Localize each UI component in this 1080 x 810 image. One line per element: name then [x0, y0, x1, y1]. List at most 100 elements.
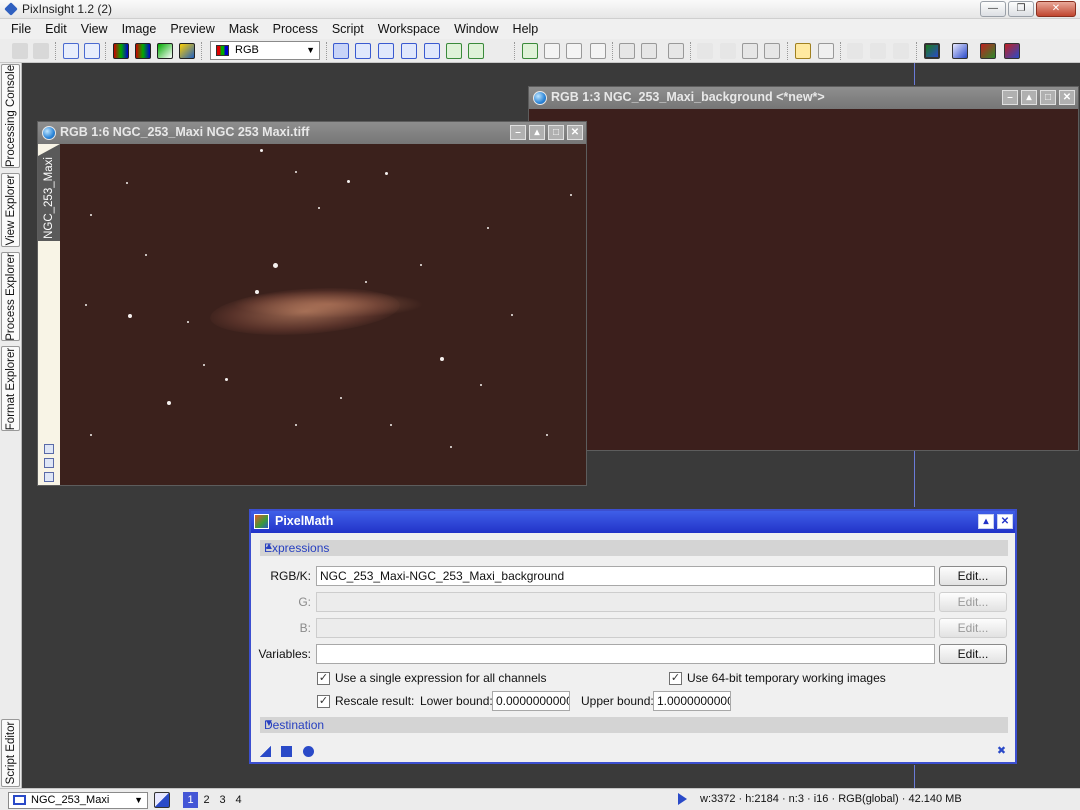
shade-button[interactable]: ▴ — [529, 125, 545, 140]
image-canvas[interactable] — [60, 144, 586, 485]
image-window-ngc253[interactable]: RGB 1:6 NGC_253_Maxi NGC 253 Maxi.tiff –… — [37, 121, 587, 486]
resize-icon[interactable] — [764, 43, 780, 59]
reset-icon[interactable]: ✖ — [996, 746, 1007, 757]
menu-workspace[interactable]: Workspace — [371, 22, 447, 36]
view-explorer-icon[interactable] — [154, 792, 170, 808]
properties-icon[interactable] — [44, 472, 54, 482]
upper-bound-field[interactable]: 1.0000000000 — [653, 691, 731, 711]
crop-icon[interactable] — [742, 43, 758, 59]
variables-field[interactable] — [316, 644, 935, 664]
restore-button[interactable]: ❐ — [1008, 1, 1034, 17]
zoom-actual-icon[interactable] — [424, 43, 440, 59]
g-expression-field[interactable] — [316, 592, 935, 612]
image-window-background[interactable]: RGB 1:3 NGC_253_Maxi_background <*new*> … — [528, 86, 1079, 451]
menu-edit[interactable]: Edit — [38, 22, 74, 36]
document-icon[interactable] — [544, 43, 560, 59]
clone-icon[interactable] — [84, 43, 100, 59]
expressions-section-header[interactable]: Expressions ▲ — [260, 540, 1008, 556]
preferences-icon[interactable] — [893, 43, 909, 59]
undo-icon[interactable] — [12, 43, 28, 59]
window-title-bar[interactable]: RGB 1:3 NGC_253_Maxi_background <*new*> … — [529, 87, 1078, 109]
menu-process[interactable]: Process — [266, 22, 325, 36]
tab-view-explorer[interactable]: View Explorer — [1, 173, 20, 247]
channel-extract-icon[interactable] — [135, 43, 151, 59]
close-button[interactable]: ✕ — [1059, 90, 1075, 105]
redo-icon[interactable] — [33, 43, 49, 59]
play-icon[interactable] — [678, 793, 687, 805]
apply-icon[interactable] — [281, 746, 292, 757]
preview-icon[interactable] — [44, 458, 54, 468]
zoom-out-icon[interactable] — [401, 43, 417, 59]
dialog-title-bar[interactable]: PixelMath ▴ ✕ — [251, 511, 1015, 533]
menu-file[interactable]: File — [4, 22, 38, 36]
workspace-2-button[interactable]: 2 — [199, 792, 214, 808]
channel-combine-icon[interactable] — [157, 43, 173, 59]
readout-mode-icon[interactable] — [333, 43, 349, 59]
script-list-icon[interactable] — [818, 43, 834, 59]
identifier-icon[interactable] — [63, 43, 79, 59]
script-run-icon[interactable] — [795, 43, 811, 59]
maximize-button[interactable]: □ — [1040, 90, 1056, 105]
minimize-button[interactable]: – — [510, 125, 526, 140]
paste-icon[interactable] — [590, 43, 606, 59]
stf-reset-icon[interactable] — [980, 43, 996, 59]
edit-variables-button[interactable]: Edit... — [939, 644, 1007, 664]
workspace-1-button[interactable]: 1 — [183, 792, 198, 808]
mask-invert-icon[interactable] — [641, 43, 657, 59]
new-image-icon[interactable] — [522, 43, 538, 59]
menu-preview[interactable]: Preview — [163, 22, 221, 36]
tab-format-explorer[interactable]: Format Explorer — [1, 346, 20, 431]
minimize-button[interactable]: – — [1002, 90, 1018, 105]
lower-bound-field[interactable]: 0.0000000000 — [492, 691, 570, 711]
new-preview-icon[interactable] — [446, 43, 462, 59]
process-instance-icon[interactable] — [720, 43, 736, 59]
process-icon[interactable] — [697, 43, 713, 59]
tab-process-explorer[interactable]: Process Explorer — [1, 252, 20, 341]
mask-icon[interactable] — [44, 444, 54, 454]
zoom-fit-icon[interactable] — [355, 43, 371, 59]
stf-link-icon[interactable] — [1004, 43, 1020, 59]
histogram-icon[interactable] — [179, 43, 195, 59]
close-button[interactable]: ✕ — [1036, 1, 1076, 17]
menu-script[interactable]: Script — [325, 22, 371, 36]
new-instance-icon[interactable] — [260, 746, 271, 757]
close-button[interactable]: ✕ — [997, 514, 1013, 529]
rgbk-expression-field[interactable]: NGC_253_Maxi-NGC_253_Maxi_background — [316, 566, 935, 586]
maximize-button[interactable]: □ — [548, 125, 564, 140]
minimize-button[interactable]: — — [980, 1, 1006, 17]
view-selector[interactable]: NGC_253_Maxi ▼ — [8, 792, 148, 809]
copy-icon[interactable] — [566, 43, 582, 59]
stf-auto-icon[interactable] — [952, 43, 968, 59]
menu-view[interactable]: View — [74, 22, 115, 36]
menu-help[interactable]: Help — [506, 22, 546, 36]
edit-rgbk-button[interactable]: Edit... — [939, 566, 1007, 586]
window-title-bar[interactable]: RGB 1:6 NGC_253_Maxi NGC 253 Maxi.tiff –… — [38, 122, 586, 144]
b-expression-field[interactable] — [316, 618, 935, 638]
edit-preview-icon[interactable] — [468, 43, 484, 59]
edit-b-button[interactable]: Edit... — [939, 618, 1007, 638]
shade-button[interactable]: ▴ — [1021, 90, 1037, 105]
apply-global-icon[interactable] — [303, 746, 314, 757]
image-canvas[interactable] — [529, 109, 1078, 450]
tab-processing-console[interactable]: Processing Console — [1, 64, 20, 168]
rescale-checkbox[interactable]: ✓ — [317, 695, 330, 708]
menu-mask[interactable]: Mask — [222, 22, 266, 36]
mask-enable-icon[interactable] — [668, 43, 684, 59]
view-id-tab[interactable]: NGC_253_Maxi — [38, 144, 60, 241]
single-expression-checkbox[interactable]: ✓ — [317, 672, 330, 685]
destination-section-header[interactable]: Destination ▼ — [260, 717, 1008, 733]
menu-image[interactable]: Image — [115, 22, 164, 36]
settings-icon[interactable] — [870, 43, 886, 59]
use-64bit-checkbox[interactable]: ✓ — [669, 672, 682, 685]
workspace-3-button[interactable]: 3 — [215, 792, 230, 808]
color-space-select[interactable]: RGB ▼ — [210, 41, 320, 60]
pointer-icon[interactable] — [490, 43, 506, 59]
edit-g-button[interactable]: Edit... — [939, 592, 1007, 612]
shade-button[interactable]: ▴ — [978, 514, 994, 529]
tab-script-editor[interactable]: Script Editor — [1, 719, 20, 787]
screen-transfer-icon[interactable] — [924, 43, 940, 59]
menu-window[interactable]: Window — [447, 22, 505, 36]
workspace-4-button[interactable]: 4 — [231, 792, 246, 808]
tools-icon[interactable] — [847, 43, 863, 59]
mask-show-icon[interactable] — [619, 43, 635, 59]
